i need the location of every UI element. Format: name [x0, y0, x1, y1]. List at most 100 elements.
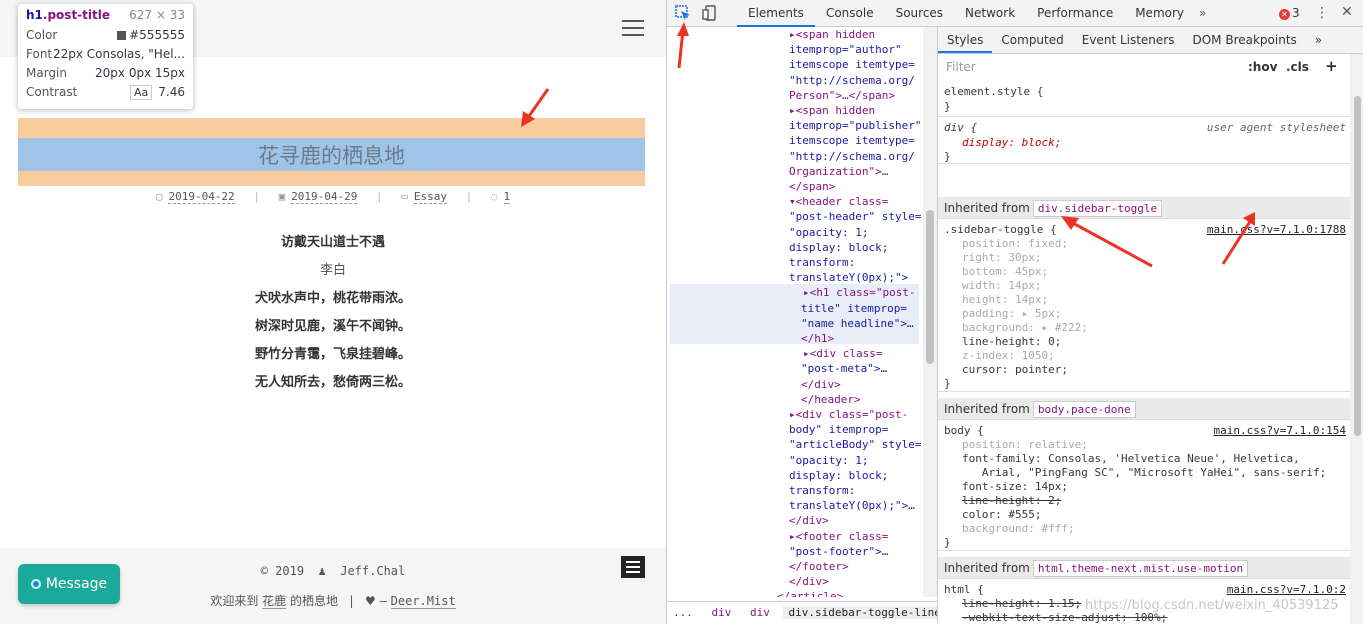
watermark: https://blog.csdn.net/weixin_40539125	[1085, 598, 1339, 613]
dom-node-line[interactable]: "http://schema.org/	[789, 149, 915, 164]
welcome-link[interactable]: 花鹿	[262, 594, 287, 609]
sidebar-toggle-rule[interactable]: .sidebar-toggle { main.css?v=7.1.0:1788 …	[938, 220, 1350, 392]
dom-node-line[interactable]: Organization">…	[789, 164, 888, 179]
more-subtabs-icon[interactable]: »	[1306, 27, 1331, 53]
tab-console[interactable]: Console	[815, 0, 885, 27]
inherited-selector-chip[interactable]: div.sidebar-toggle	[1032, 200, 1163, 217]
post-title[interactable]: 花寻鹿的栖息地	[18, 138, 645, 171]
source-link[interactable]: main.css?v=7.1.0:2	[1227, 583, 1346, 596]
hover-state-button[interactable]: :hov	[1248, 60, 1277, 74]
dom-node-line[interactable]: "post-footer">…	[789, 544, 888, 559]
error-counter[interactable]: ✕ 3	[1279, 6, 1300, 20]
dom-node-line[interactable]: title" itemprop=	[801, 301, 907, 316]
dom-node-line[interactable]: </header>	[801, 392, 861, 407]
breadcrumb-item[interactable]: div	[706, 606, 738, 619]
dom-node-line[interactable]: itemscope itemtype=	[789, 57, 915, 72]
dom-node-line[interactable]: ▸<h1 class="post-	[803, 285, 916, 300]
dom-node-line[interactable]: ▸<div class="post-	[789, 407, 908, 422]
class-toggle-button[interactable]: .cls	[1286, 60, 1309, 74]
dom-node-line[interactable]: transform:	[789, 483, 855, 498]
source-link[interactable]: main.css?v=7.1.0:1788	[1207, 223, 1346, 236]
dom-node-line[interactable]: transform:	[789, 255, 855, 270]
footer-dash: –	[379, 594, 387, 608]
post-created-date[interactable]: 2019-04-22	[168, 190, 235, 204]
dom-node-line[interactable]: "articleBody" style=	[789, 437, 921, 452]
breadcrumb-item-current[interactable]: div.sidebar-toggle-line-wrap	[782, 606, 937, 619]
dom-node-line[interactable]: </div>	[801, 377, 841, 392]
tab-elements[interactable]: Elements	[737, 0, 815, 27]
calendar-check-icon: ▣	[278, 190, 286, 203]
calendar-icon: ▢	[155, 190, 163, 203]
dom-tree[interactable]: ▸<span hidden itemprop="author" itemscope …	[667, 27, 937, 597]
dom-node-line[interactable]: Person">…</span>	[789, 88, 895, 103]
dom-node-line[interactable]: itemprop="publisher"	[789, 118, 921, 133]
comment-icon: ◌	[490, 190, 498, 203]
dom-node-line[interactable]: display: block;	[789, 468, 888, 483]
more-tabs-icon[interactable]: »	[1195, 0, 1210, 27]
tab-styles[interactable]: Styles	[938, 27, 993, 53]
dom-node-line[interactable]: "opacity: 1;	[789, 453, 868, 468]
dom-node-line[interactable]: </div>	[789, 513, 829, 528]
post-category[interactable]: Essay	[413, 190, 448, 204]
source-link[interactable]: main.css?v=7.1.0:154	[1214, 424, 1346, 437]
webpage-viewport: 花寻鹿的栖息地 ▢ 2019-04-22 | ▣ 2019-04-29 | ▭ Ess…	[0, 0, 666, 624]
message-button[interactable]: Message	[18, 564, 120, 604]
user-agent-rule[interactable]: div { user agent stylesheet display: blo…	[938, 118, 1350, 164]
inherited-from-header: Inherited from body.pace-done	[938, 398, 1350, 420]
dom-node-line[interactable]: ▸<div class=	[803, 346, 882, 361]
poem-author: 李白	[319, 263, 346, 278]
tab-dom-breakpoints[interactable]: DOM Breakpoints	[1183, 27, 1305, 53]
tab-event-listeners[interactable]: Event Listeners	[1073, 27, 1184, 53]
close-devtools-icon[interactable]: ✕	[1341, 4, 1353, 20]
dom-node-line[interactable]: </article>	[777, 589, 843, 597]
contrast-badge: Aa	[130, 85, 153, 100]
tab-memory[interactable]: Memory	[1124, 0, 1195, 27]
post-updated-date[interactable]: 2019-04-29	[291, 190, 358, 204]
dom-node-line[interactable]: "post-meta">…	[801, 361, 887, 376]
dom-node-line[interactable]: "name headline">…	[801, 316, 914, 331]
new-rule-button[interactable]: +	[1325, 57, 1338, 75]
dom-node-line[interactable]: itemprop="author"	[789, 42, 902, 57]
dom-node-line[interactable]: ▾<header class=	[789, 194, 888, 209]
dom-node-line[interactable]: body" itemprop=	[789, 422, 888, 437]
styles-subtabs: Styles Computed Event Listeners DOM Brea…	[938, 27, 1363, 54]
dom-node-line[interactable]: translateY(0px);">	[789, 270, 908, 285]
dom-node-line[interactable]: ▸<footer class=	[789, 529, 888, 544]
body-rule[interactable]: body { main.css?v=7.1.0:154 position: re…	[938, 421, 1350, 551]
inspect-element-icon[interactable]	[675, 5, 691, 21]
tooltip-dimensions: 627 × 33	[129, 8, 185, 22]
breadcrumb: ... div div div.sidebar-toggle-line-wrap	[667, 601, 937, 624]
dom-node-line[interactable]: </footer>	[789, 559, 849, 574]
element-style-rule[interactable]: element.style { }	[938, 82, 1350, 117]
inspect-tooltip: h1.post-title 627 × 33 Color #555555 Fon…	[18, 4, 193, 109]
device-toolbar-icon[interactable]	[702, 5, 718, 21]
dom-node-line[interactable]: display: block;	[789, 240, 888, 255]
dom-node-line[interactable]: "http://schema.org/	[789, 73, 915, 88]
styles-filter-input[interactable]: Filter	[943, 58, 1243, 77]
breadcrumb-item[interactable]: div	[744, 606, 776, 619]
styles-scrollbar[interactable]	[1350, 54, 1363, 624]
dom-node-line[interactable]: ▸<span hidden	[789, 27, 875, 42]
dom-scrollbar[interactable]	[923, 27, 937, 597]
customize-menu-icon[interactable]: ⋮	[1315, 5, 1329, 21]
deer-mist-link[interactable]: Deer.Mist	[390, 594, 456, 609]
inherited-selector-chip[interactable]: body.pace-done	[1032, 401, 1136, 418]
dom-node-line[interactable]: </span>	[789, 179, 835, 194]
tab-performance[interactable]: Performance	[1026, 0, 1124, 27]
breadcrumb-item[interactable]: ...	[667, 606, 699, 619]
dom-node-line[interactable]: </h1>	[801, 331, 834, 346]
inherited-selector-chip[interactable]: html.theme-next.mist.use-motion	[1032, 560, 1249, 577]
tab-sources[interactable]: Sources	[885, 0, 954, 27]
dom-node-line[interactable]: </div>	[789, 574, 829, 589]
dom-node-line[interactable]: translateY(0px);">…	[789, 498, 915, 513]
tab-computed[interactable]: Computed	[992, 27, 1072, 53]
dom-node-line[interactable]: ▸<span hidden	[789, 103, 875, 118]
meta-divider: |	[253, 190, 260, 203]
hamburger-menu-icon[interactable]	[622, 20, 644, 36]
post-comment-count[interactable]: 1	[503, 190, 511, 204]
dom-node-line[interactable]: "opacity: 1;	[789, 225, 868, 240]
tab-network[interactable]: Network	[954, 0, 1026, 27]
sidebar-toggle-button[interactable]	[621, 556, 645, 578]
dom-node-line[interactable]: "post-header" style=	[789, 209, 921, 224]
dom-node-line[interactable]: itemscope itemtype=	[789, 133, 915, 148]
